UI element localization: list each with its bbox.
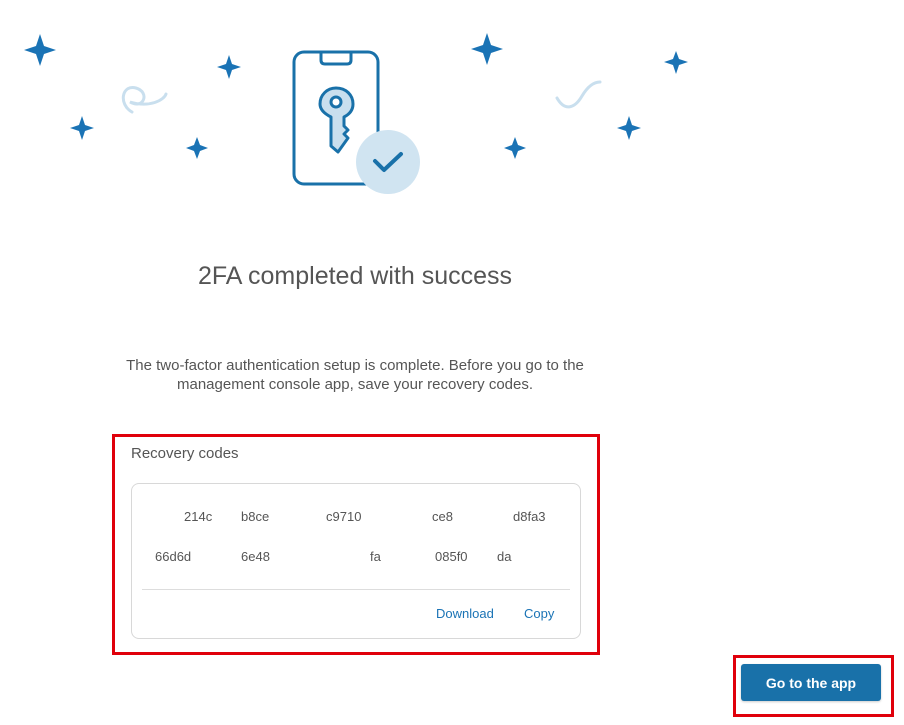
recovery-code: c9710 [326, 509, 362, 524]
success-illustration [24, 33, 688, 194]
recovery-code: da [497, 549, 512, 564]
sparkle-icon [186, 137, 208, 159]
recovery-code: b8ce [241, 509, 270, 524]
recovery-code: fa [370, 549, 381, 564]
recovery-code: 6e48 [241, 549, 270, 564]
recovery-code: 66d6d [155, 549, 192, 564]
recovery-codes-box [131, 483, 581, 639]
sparkle-icon [617, 116, 641, 140]
sparkle-icon [70, 116, 94, 140]
check-badge-icon [356, 130, 420, 194]
copy-link[interactable]: Copy [524, 606, 554, 621]
recovery-codes-divider [142, 589, 570, 590]
download-link[interactable]: Download [436, 606, 494, 621]
recovery-codes-title: Recovery codes [131, 445, 239, 462]
page-title: 2FA completed with success [197, 262, 513, 290]
sparkle-icon [471, 33, 503, 65]
recovery-code: 214c [184, 509, 213, 524]
recovery-code: d8fa3 [513, 509, 546, 524]
setup-description: The two-factor authentication setup is c… [126, 357, 584, 393]
go-to-app-button[interactable]: Go to the app [741, 664, 881, 701]
sparkle-icon [24, 34, 56, 66]
sparkle-icon [664, 51, 688, 74]
sparkle-icon [504, 137, 526, 159]
recovery-code: ce8 [432, 509, 453, 524]
sparkle-icon [217, 55, 241, 79]
confetti-icon [555, 80, 602, 109]
two-factor-success-page: 2FA completed with success The two-facto… [0, 0, 904, 725]
confetti-icon [121, 86, 168, 114]
recovery-code: 085f0 [435, 549, 468, 564]
